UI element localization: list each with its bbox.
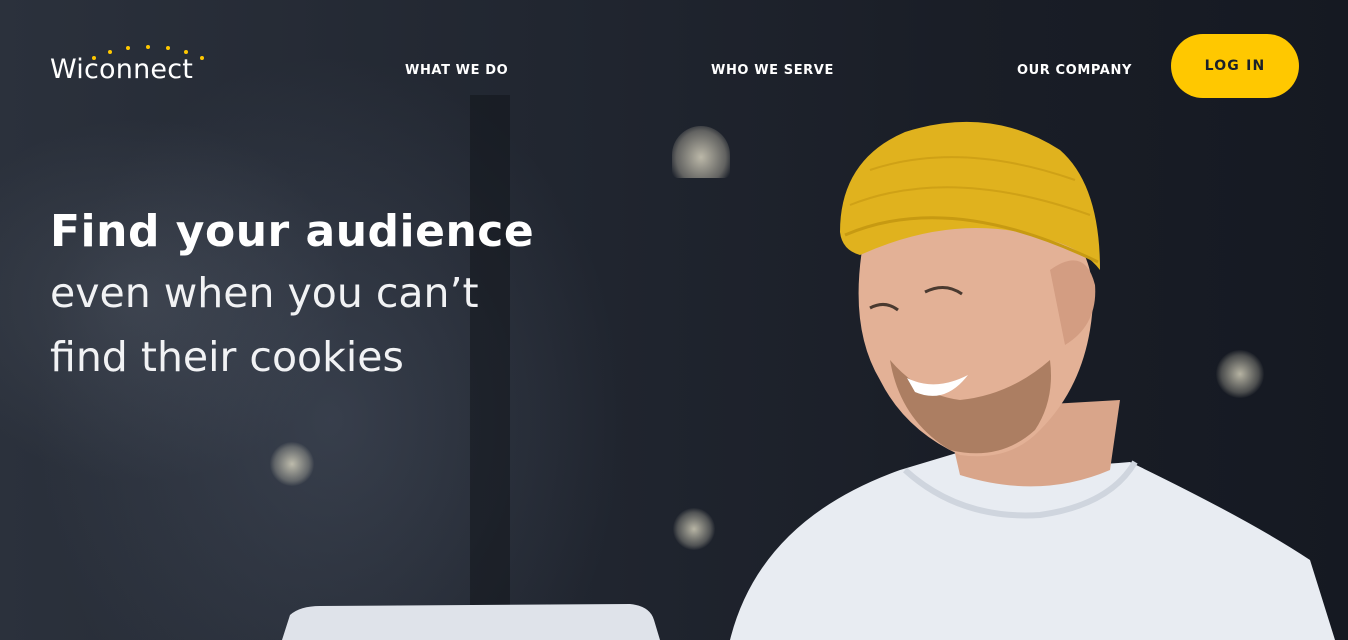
nav-what-we-do[interactable]: WHAT WE DO — [405, 63, 508, 78]
headline-line-3: find their cookies — [50, 333, 404, 381]
login-button[interactable]: LOG IN — [1171, 34, 1299, 98]
logo-text: Wiconnect — [50, 54, 194, 85]
headline-line-2: even when you can’t — [50, 269, 479, 317]
hero-headline: Find your audience even when you can’t f… — [50, 203, 570, 389]
logo[interactable]: Wiconnect — [50, 44, 210, 88]
headline-bold: Find your audience — [50, 206, 535, 257]
nav-our-company[interactable]: OUR COMPANY — [1017, 63, 1132, 78]
nav-who-we-serve[interactable]: WHO WE SERVE — [711, 63, 834, 78]
